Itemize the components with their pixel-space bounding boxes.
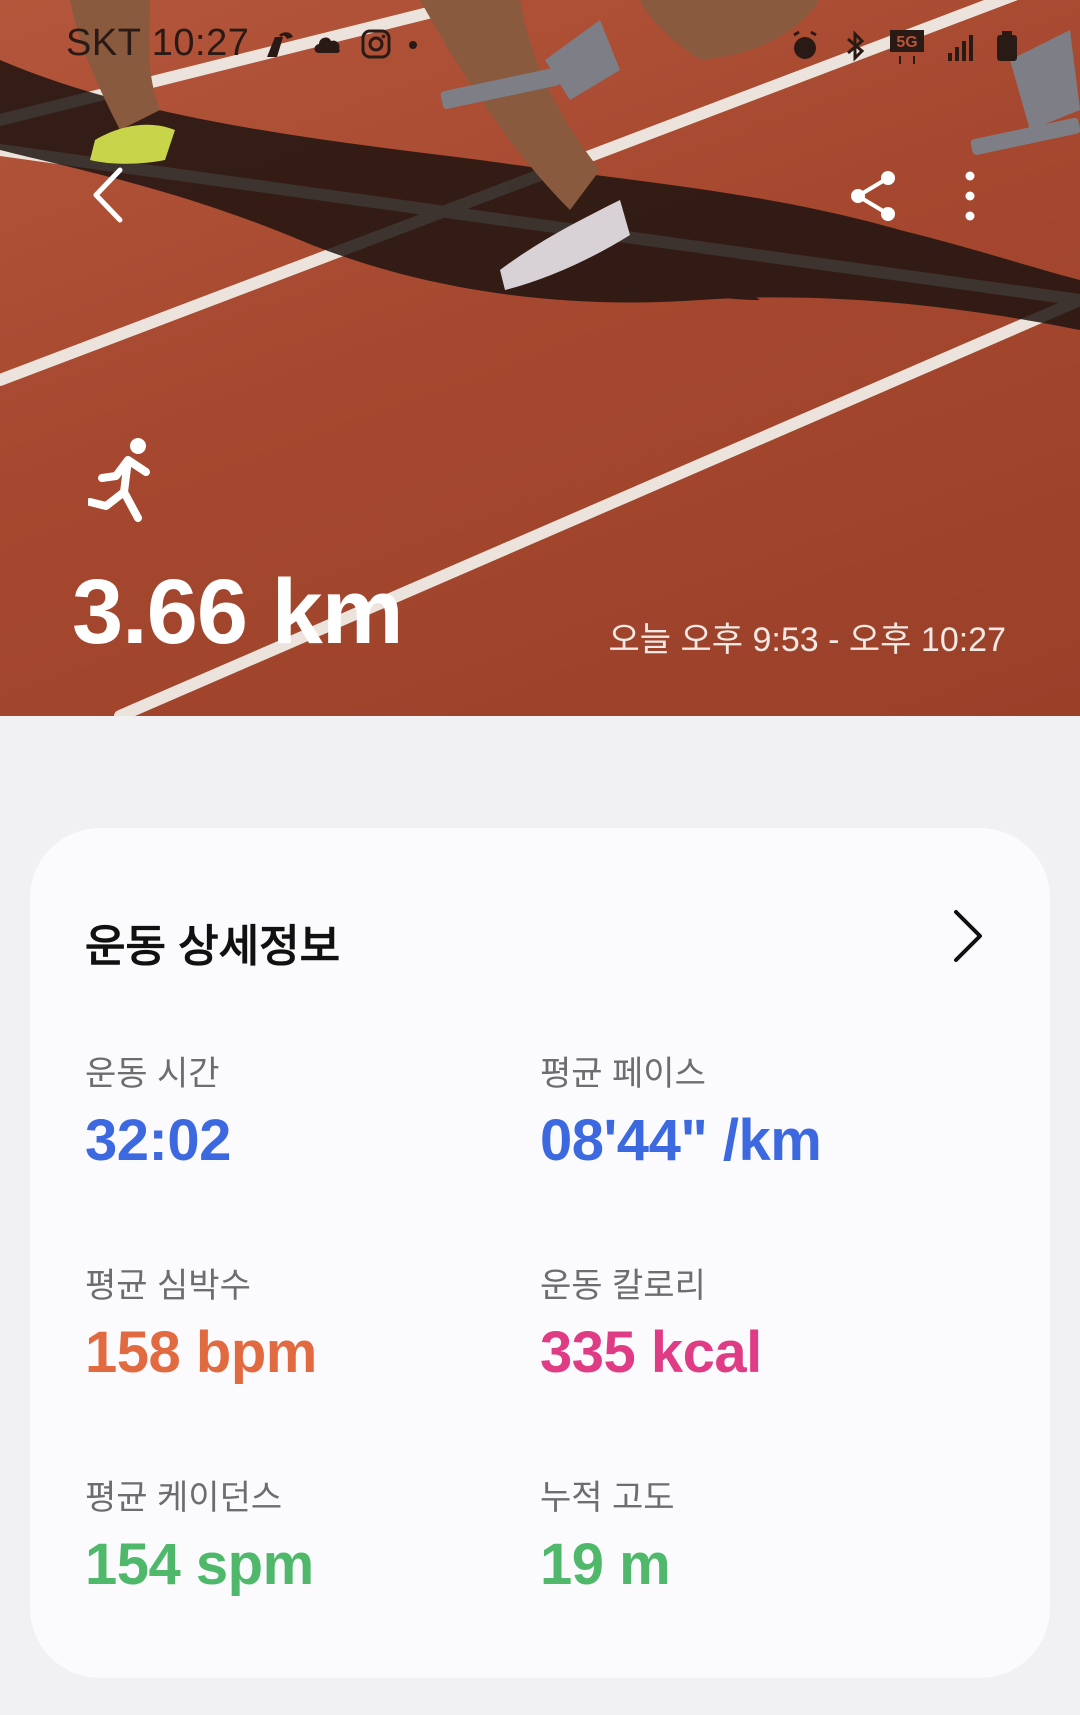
- workout-details-card[interactable]: 운동 상세정보 운동 시간 32:02 평균 페이스 08'44" /km 평균…: [30, 828, 1050, 1678]
- app-notification-icon: [267, 31, 294, 57]
- svg-text:5G: 5G: [896, 34, 917, 51]
- status-bar: SKT 10:27 5G: [0, 0, 1080, 90]
- metric-elevation-gain: 누적 고도 19 m: [540, 1470, 675, 1598]
- metric-value: 154 spm: [85, 1532, 314, 1597]
- back-icon[interactable]: [84, 160, 134, 230]
- metric-workout-time: 운동 시간 32:02: [85, 1046, 231, 1174]
- metric-average-pace: 평균 페이스 08'44" /km: [540, 1046, 822, 1174]
- share-icon[interactable]: [846, 168, 902, 224]
- metric-label: 누적 고도: [540, 1479, 675, 1517]
- metric-value: 335 kcal: [540, 1320, 762, 1385]
- more-notifications-dot-icon: [409, 40, 418, 49]
- metric-calories: 운동 칼로리 335 kcal: [540, 1258, 762, 1386]
- alarm-icon: [793, 30, 817, 59]
- metric-value: 19 m: [540, 1532, 671, 1597]
- metric-average-heart-rate: 평균 심박수 158 bpm: [85, 1258, 317, 1386]
- battery-icon: [997, 31, 1017, 61]
- instagram-icon: [361, 29, 391, 58]
- workout-time-range: 오늘 오후 9:53 - 오후 10:27: [608, 621, 1007, 659]
- more-icon[interactable]: [952, 168, 988, 224]
- chevron-right-icon[interactable]: [948, 906, 988, 966]
- cloud-icon: [314, 36, 341, 53]
- metric-label: 평균 케이던스: [85, 1479, 283, 1517]
- metric-value: 08'44" /km: [540, 1108, 822, 1173]
- metric-value: 32:02: [85, 1108, 231, 1173]
- metric-label: 운동 시간: [85, 1055, 220, 1093]
- network-5g-icon: 5G: [890, 30, 924, 64]
- metric-average-cadence: 평균 케이던스 154 spm: [85, 1470, 314, 1598]
- running-icon: [88, 438, 150, 522]
- distance-value: 3.66 km: [72, 561, 404, 663]
- metric-label: 평균 심박수: [85, 1267, 251, 1305]
- carrier-time: SKT 10:27: [66, 22, 250, 64]
- card-title: 운동 상세정보: [85, 922, 341, 971]
- bluetooth-icon: [847, 30, 865, 62]
- metric-label: 평균 페이스: [540, 1055, 706, 1093]
- signal-icon: [948, 35, 973, 61]
- metric-value: 158 bpm: [85, 1320, 317, 1385]
- metric-label: 운동 칼로리: [540, 1267, 706, 1305]
- hero-banner: SKT 10:27 5G 3.66 km 오늘 오후 9:53 - 오후 10:…: [0, 0, 1080, 716]
